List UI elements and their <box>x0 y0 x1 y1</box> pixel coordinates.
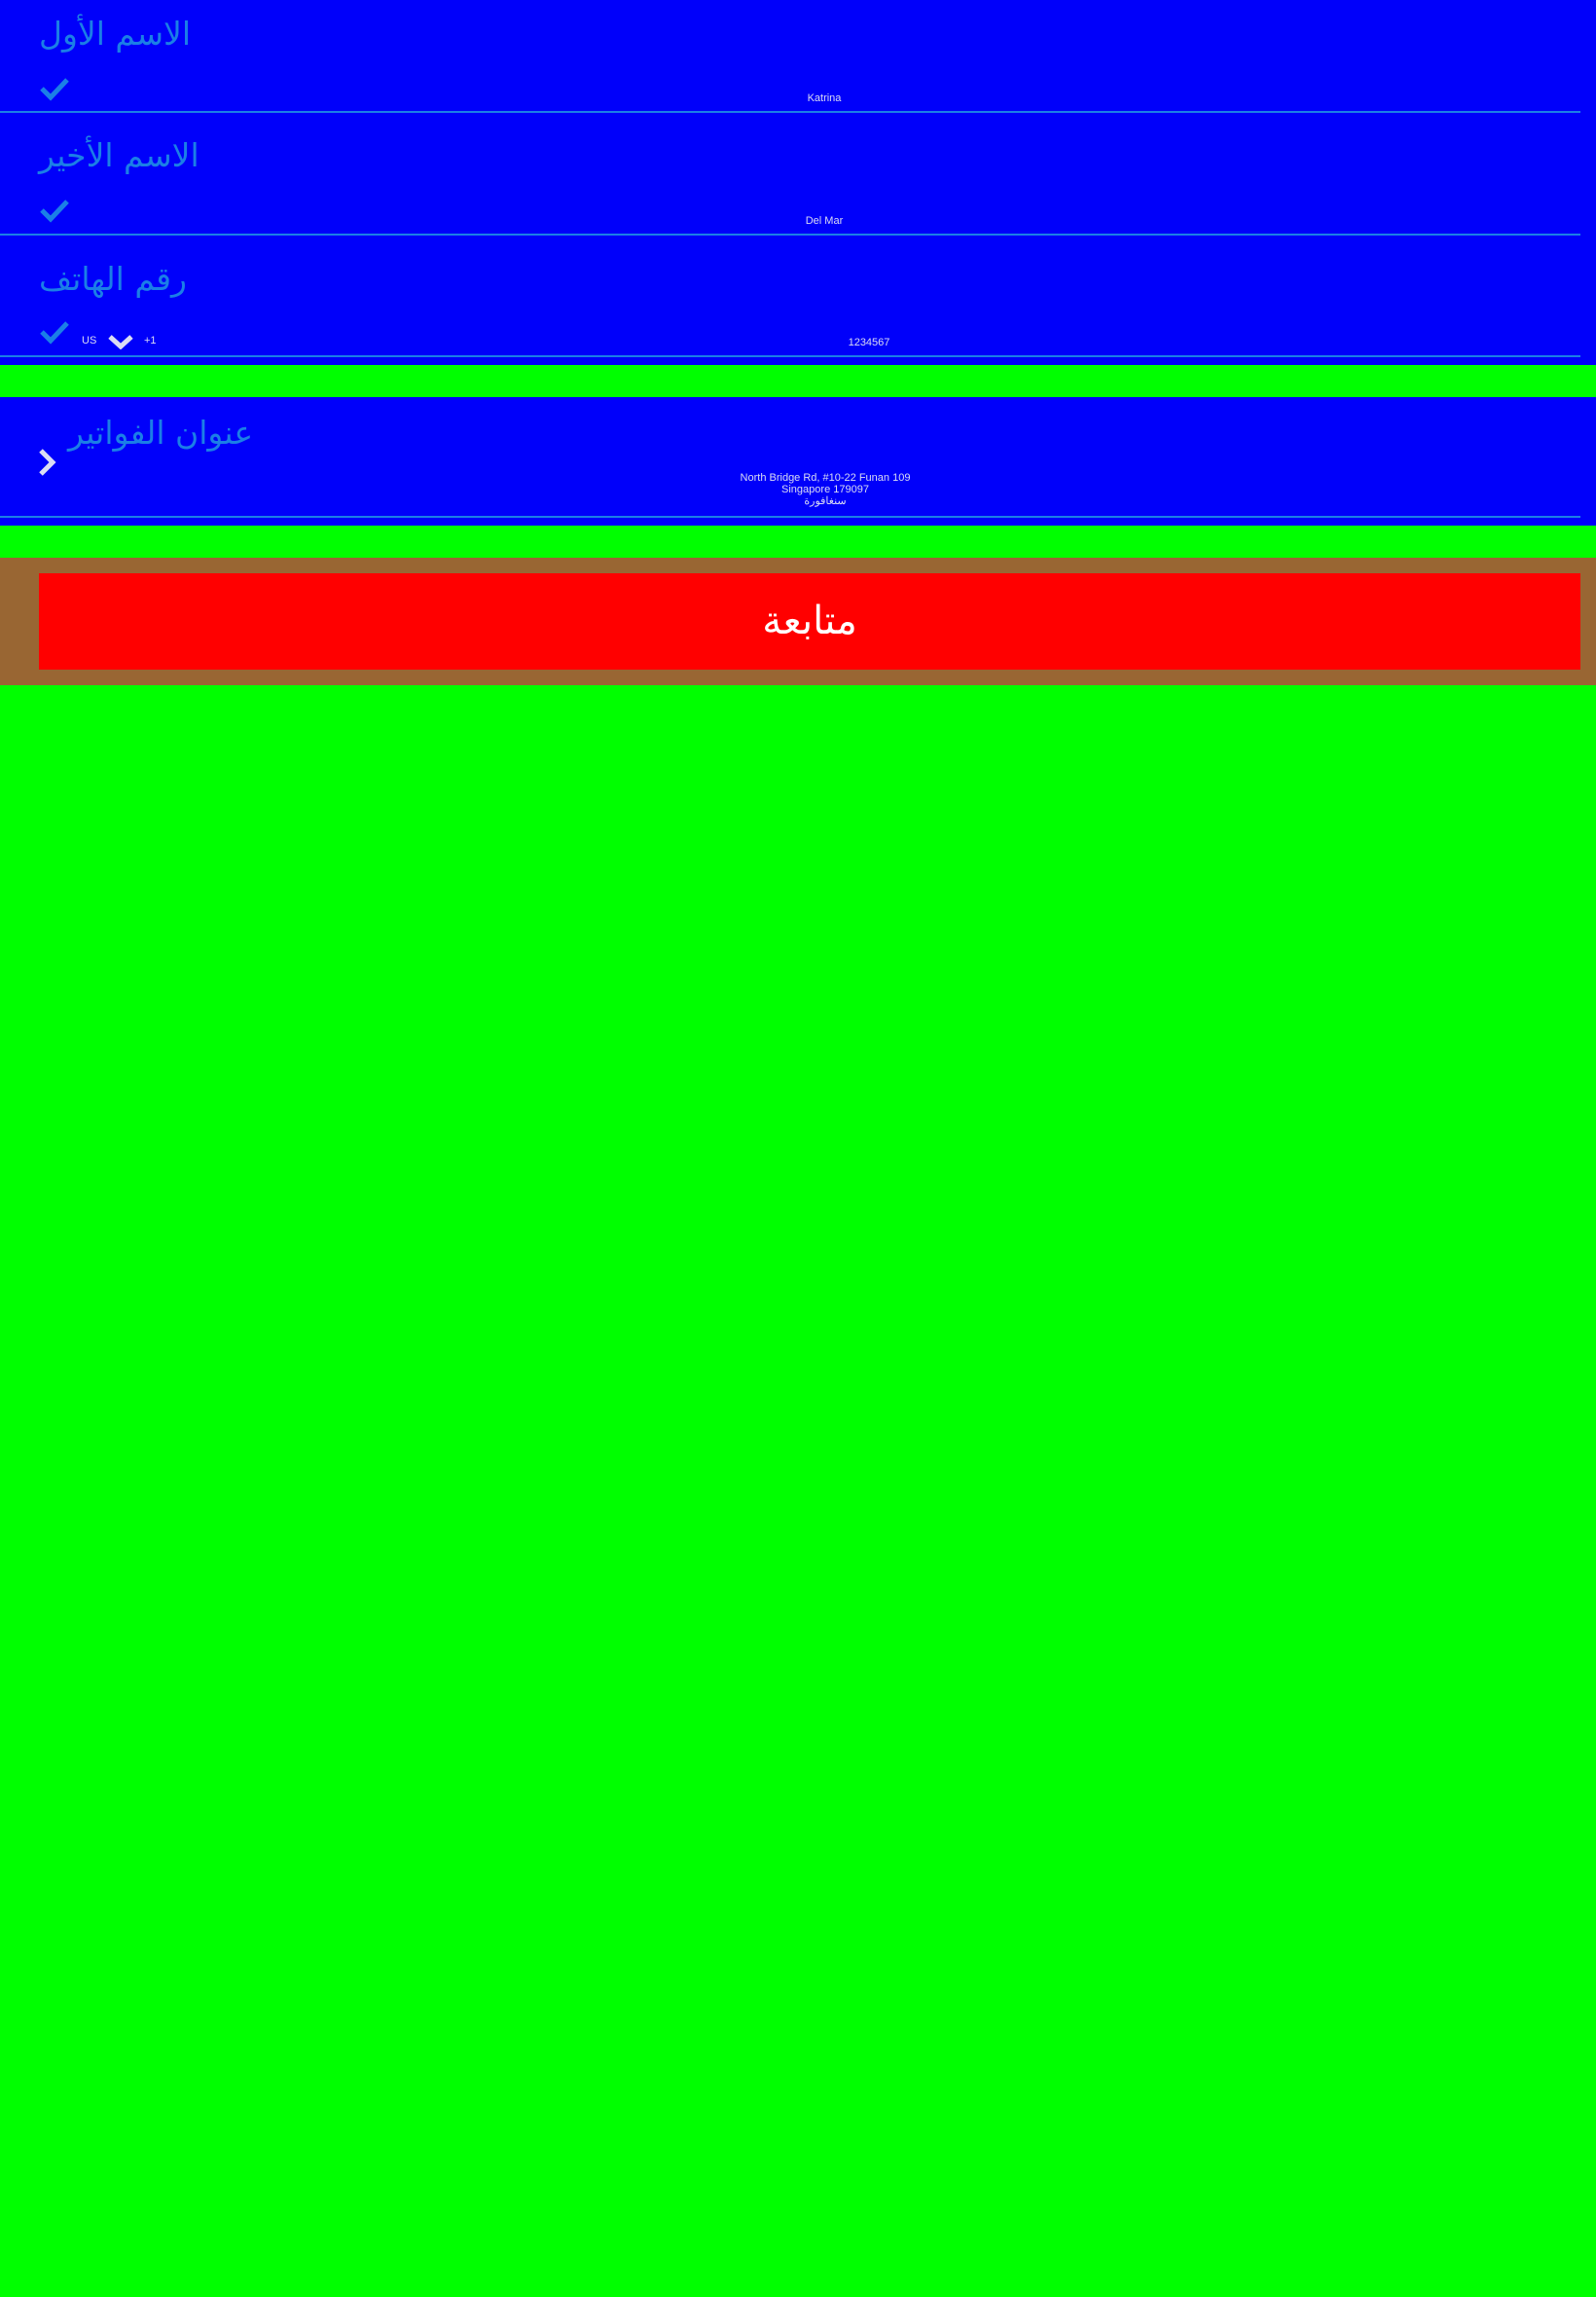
first-name-label: الاسم الأول <box>39 15 191 53</box>
country-code: US <box>82 335 97 346</box>
last-name-divider <box>0 234 1580 236</box>
check-icon <box>40 78 69 101</box>
check-icon <box>40 321 69 345</box>
billing-address-divider <box>0 516 1580 518</box>
phone-number-value[interactable]: 1234567 <box>772 337 966 349</box>
phone-divider <box>0 355 1580 357</box>
last-name-label: الاسم الأخير <box>39 136 200 174</box>
billing-address-row[interactable]: عنوان الفواتير North Bridge Rd, #10-22 F… <box>0 397 1596 526</box>
dial-code: +1 <box>144 335 157 346</box>
chevron-right-icon <box>39 449 56 476</box>
contact-info-section: الاسم الأول Katrina الاسم الأخير Del Mar… <box>0 0 1596 365</box>
billing-address-label: عنوان الفواتير <box>68 414 254 452</box>
billing-address-line-2: Singapore 179097 <box>781 484 869 495</box>
chevron-down-icon <box>108 335 133 349</box>
last-name-value[interactable]: Del Mar <box>727 215 922 228</box>
billing-address-line-1: North Bridge Rd, #10-22 Funan 109 <box>740 472 911 484</box>
first-name-divider <box>0 111 1580 113</box>
billing-address-line-3: سنغافورة <box>804 495 847 507</box>
phone-label: رقم الهاتف <box>39 260 187 298</box>
check-icon <box>40 200 69 223</box>
first-name-value[interactable]: Katrina <box>727 92 922 105</box>
continue-button[interactable]: متابعة <box>39 573 1580 670</box>
